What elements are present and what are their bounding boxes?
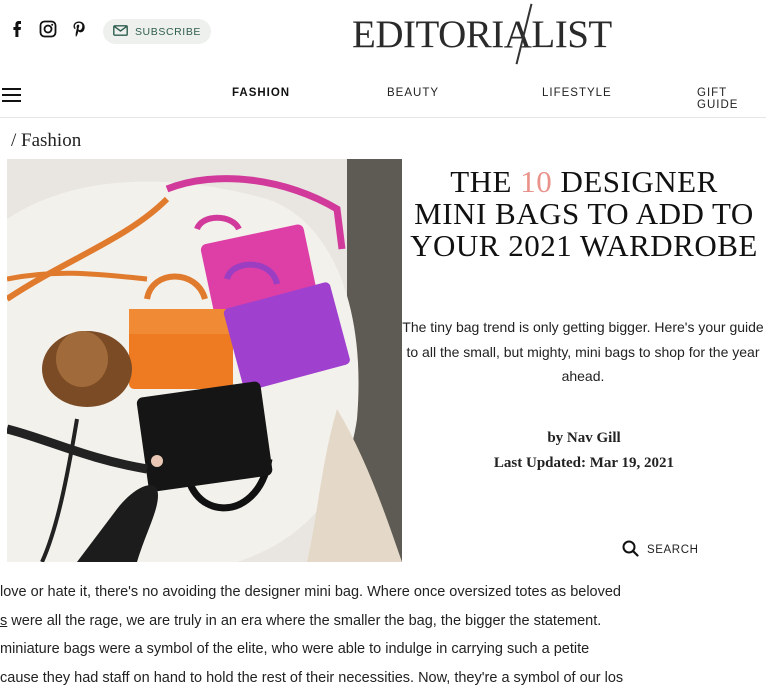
mail-icon xyxy=(113,25,128,39)
last-updated: Last Updated: Mar 19, 2021 xyxy=(410,455,758,472)
author-byline[interactable]: by Nav Gill xyxy=(410,430,758,447)
nav-item-lifestyle[interactable]: LIFESTYLE xyxy=(542,87,612,99)
nav-item-gift-guide[interactable]: GIFT GUIDE xyxy=(697,87,766,111)
search-button[interactable]: SEARCH xyxy=(622,540,699,560)
instagram-icon[interactable] xyxy=(39,20,57,38)
article-dek: The tiny bag trend is only getting bigge… xyxy=(402,315,764,389)
search-label: SEARCH xyxy=(647,544,699,556)
body-line: cause they had staff on hand to hold the… xyxy=(0,664,766,692)
nav-item-beauty[interactable]: BEAUTY xyxy=(387,87,439,99)
subscribe-button[interactable]: SUBSCRIBE xyxy=(103,19,211,44)
body-line: s were all the rage, we are truly in an … xyxy=(0,607,766,636)
hero-image xyxy=(7,159,402,562)
pinterest-icon[interactable] xyxy=(71,20,87,38)
subscribe-label: SUBSCRIBE xyxy=(135,26,201,38)
body-line: miniature bags were a symbol of the elit… xyxy=(0,635,766,664)
menu-icon[interactable] xyxy=(2,88,21,102)
site-logo[interactable]: EDITORIALIST xyxy=(352,6,634,62)
article-title: THE 10 DESIGNER MINI BAGS TO ADD TO YOUR… xyxy=(410,166,758,262)
social-links xyxy=(9,20,87,38)
title-number: 10 xyxy=(520,164,552,199)
body-line: love or hate it, there's no avoiding the… xyxy=(0,578,766,607)
nav-item-fashion[interactable]: FASHION xyxy=(232,87,290,99)
breadcrumb[interactable]: / Fashion xyxy=(11,130,81,152)
nav-divider xyxy=(0,117,766,118)
search-icon xyxy=(622,540,639,560)
title-part-pre: THE xyxy=(450,164,520,199)
logo-text: EDITORIALIST xyxy=(352,12,612,57)
facebook-icon[interactable] xyxy=(9,20,25,38)
